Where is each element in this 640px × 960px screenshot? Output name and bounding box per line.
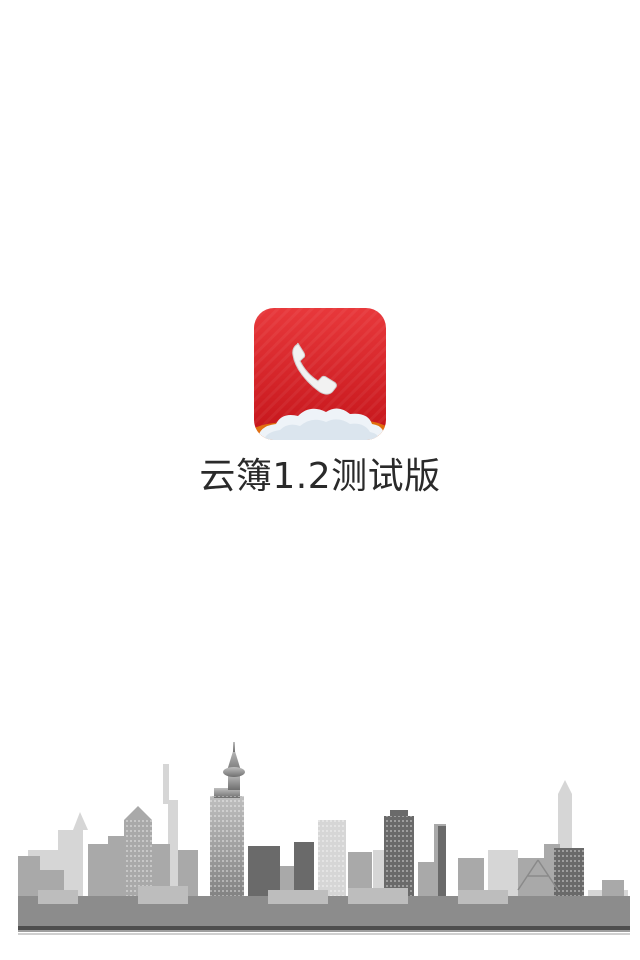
splash-screen: 云簿1.2测试版: [0, 0, 640, 960]
app-title: 云簿1.2测试版: [199, 456, 441, 497]
app-logo-icon: [254, 308, 386, 440]
city-skyline-illustration: [18, 742, 630, 935]
